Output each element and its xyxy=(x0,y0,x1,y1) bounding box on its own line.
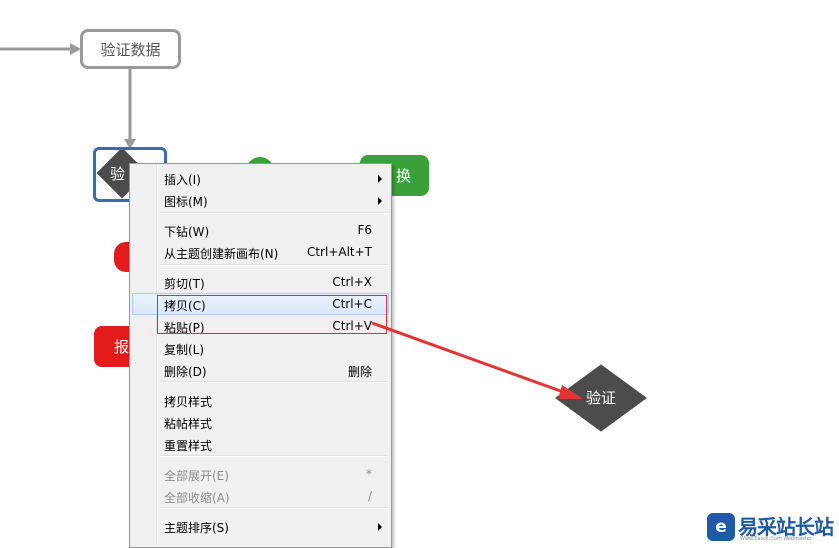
menu-item-label: 重置样式 xyxy=(164,439,213,453)
menu-separator xyxy=(160,507,387,509)
context-menu: 插入(I) 图标(M) 下钻(W) F6 从主题创建新画布(N) Ctrl+Alt+T 剪切… xyxy=(129,163,392,548)
topic-verify-diamond[interactable]: 验证 xyxy=(555,364,647,432)
connector-layer xyxy=(0,43,136,149)
menu-item-shortcut: Ctrl+Alt+T xyxy=(306,245,372,259)
menu-item-label: 复制(L) xyxy=(164,343,205,357)
menu-item-copy-style[interactable]: 拷贝样式 xyxy=(132,389,389,411)
menu-item-delete[interactable]: 删除(D) 删除 xyxy=(132,359,389,381)
annotation-highlight-box xyxy=(157,295,387,334)
topic-label: 验证 xyxy=(586,389,617,407)
menu-separator xyxy=(160,381,387,383)
menu-item-label: 拷贝样式 xyxy=(164,395,213,409)
e-logo-icon: e xyxy=(707,513,735,541)
menu-item-label: 粘帖样式 xyxy=(164,417,213,431)
menu-item-sort-topics[interactable]: 主题排序(S) xyxy=(132,515,389,537)
menu-item-label: 插入(I) xyxy=(164,173,201,187)
topic-label: 换 xyxy=(395,167,411,185)
menu-separator xyxy=(160,264,387,266)
topic-verify-data[interactable]: 验证数据 xyxy=(80,29,181,69)
menu-item-shortcut: 删除 xyxy=(347,365,372,379)
topic-label: 验 xyxy=(110,165,126,183)
topic-label: 验证数据 xyxy=(100,40,161,59)
submenu-arrow-icon xyxy=(378,523,382,531)
mindmap-canvas[interactable]: 验证数据 验 换 报 验证 xyxy=(0,0,839,544)
menu-item-collapse-all: 全部收缩(A) / xyxy=(132,485,389,507)
menu-separator xyxy=(160,212,387,214)
menu-item-cut[interactable]: 剪切(T) Ctrl+X xyxy=(132,271,389,293)
menu-item-drill-down[interactable]: 下钻(W) F6 xyxy=(132,219,389,241)
menu-item-shortcut: * xyxy=(366,467,372,481)
menu-item-label: 主题排序(S) xyxy=(164,521,229,535)
menu-item-shortcut: / xyxy=(367,489,372,503)
menu-item-paste-style[interactable]: 粘帖样式 xyxy=(132,411,389,433)
menu-item-label: 从主题创建新画布(N) xyxy=(164,247,279,261)
watermark: e 易采站长站 Www.Easck.Com Webmaster xyxy=(704,508,839,544)
menu-item-label: 剪切(T) xyxy=(164,277,205,291)
menu-item-label: 全部收缩(A) xyxy=(164,491,230,505)
menu-item-reset-style[interactable]: 重置样式 xyxy=(132,433,389,455)
menu-item-label: 全部展开(E) xyxy=(164,469,229,483)
menu-item-label: 下钻(W) xyxy=(164,225,210,239)
menu-item-label: 删除(D) xyxy=(164,365,207,379)
submenu-arrow-icon xyxy=(378,175,382,183)
menu-item-new-canvas-from-topic[interactable]: 从主题创建新画布(N) Ctrl+Alt+T xyxy=(132,241,389,263)
submenu-arrow-icon xyxy=(378,197,382,205)
menu-item-shortcut: F6 xyxy=(357,223,372,237)
menu-item-shortcut: Ctrl+X xyxy=(332,275,372,289)
menu-item-icon[interactable]: 图标(M) xyxy=(132,189,389,211)
menu-item-label: 图标(M) xyxy=(164,195,208,209)
topic-red[interactable]: 报 xyxy=(94,326,134,367)
menu-item-expand-all: 全部展开(E) * xyxy=(132,463,389,485)
watermark-subtext: Www.Easck.Com Webmaster xyxy=(740,536,812,542)
menu-separator xyxy=(160,455,387,457)
topic-label: 报 xyxy=(114,338,130,356)
menu-item-duplicate[interactable]: 复制(L) xyxy=(132,337,389,359)
menu-item-insert[interactable]: 插入(I) xyxy=(132,167,389,189)
